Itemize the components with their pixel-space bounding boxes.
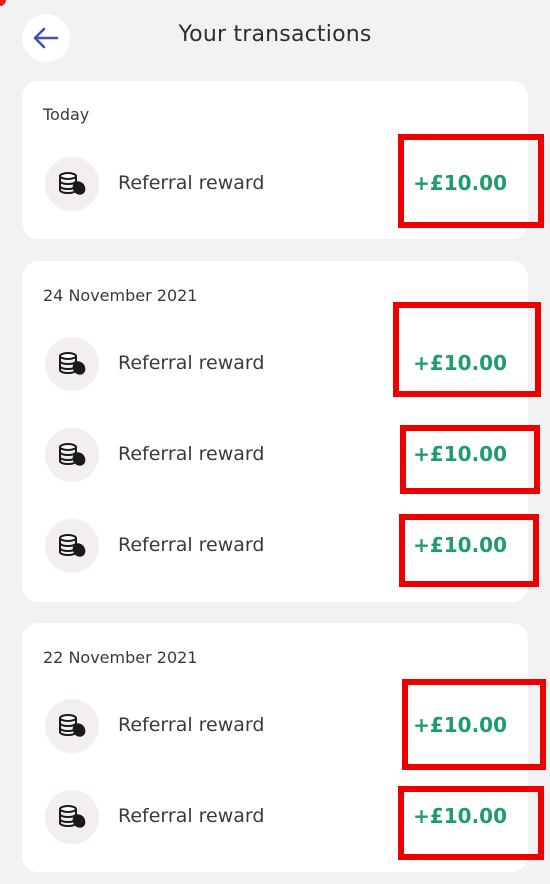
transaction-label: Referral reward xyxy=(118,443,265,465)
group-date: Today xyxy=(43,105,90,124)
page-title: Your transactions xyxy=(178,22,372,47)
transaction-amount: +£10.00 xyxy=(413,351,507,375)
coins-icon xyxy=(45,428,99,482)
transaction-amount: +£10.00 xyxy=(413,442,507,466)
coins-icon xyxy=(45,337,99,391)
transaction-row[interactable]: Referral reward +£10.00 xyxy=(22,699,528,755)
transaction-amount: +£10.00 xyxy=(413,804,507,828)
coins-icon xyxy=(45,519,99,573)
coins-icon xyxy=(45,699,99,753)
transaction-label: Referral reward xyxy=(118,534,265,556)
header: Your transactions xyxy=(0,0,550,76)
coins-icon xyxy=(45,790,99,844)
transaction-row[interactable]: Referral reward +£10.00 xyxy=(22,519,528,575)
group-date: 24 November 2021 xyxy=(43,286,198,305)
transaction-row[interactable]: Referral reward +£10.00 xyxy=(22,337,528,393)
coins-icon xyxy=(45,157,99,211)
transaction-amount: +£10.00 xyxy=(413,171,507,195)
transaction-label: Referral reward xyxy=(118,805,265,827)
transaction-group-today: Today Referral reward +£10.00 xyxy=(22,81,528,239)
group-date: 22 November 2021 xyxy=(43,648,198,667)
transaction-amount: +£10.00 xyxy=(413,533,507,557)
transaction-label: Referral reward xyxy=(118,352,265,374)
transaction-label: Referral reward xyxy=(118,172,265,194)
transaction-group-24-nov-2021: 24 November 2021 Referral reward +£10.00 xyxy=(22,261,528,602)
transaction-row[interactable]: Referral reward +£10.00 xyxy=(22,428,528,484)
transaction-row[interactable]: Referral reward +£10.00 xyxy=(22,790,528,846)
transaction-row[interactable]: Referral reward +£10.00 xyxy=(22,157,528,213)
transaction-label: Referral reward xyxy=(118,714,265,736)
transaction-group-22-nov-2021: 22 November 2021 Referral reward +£10.00 xyxy=(22,623,528,872)
transaction-amount: +£10.00 xyxy=(413,713,507,737)
